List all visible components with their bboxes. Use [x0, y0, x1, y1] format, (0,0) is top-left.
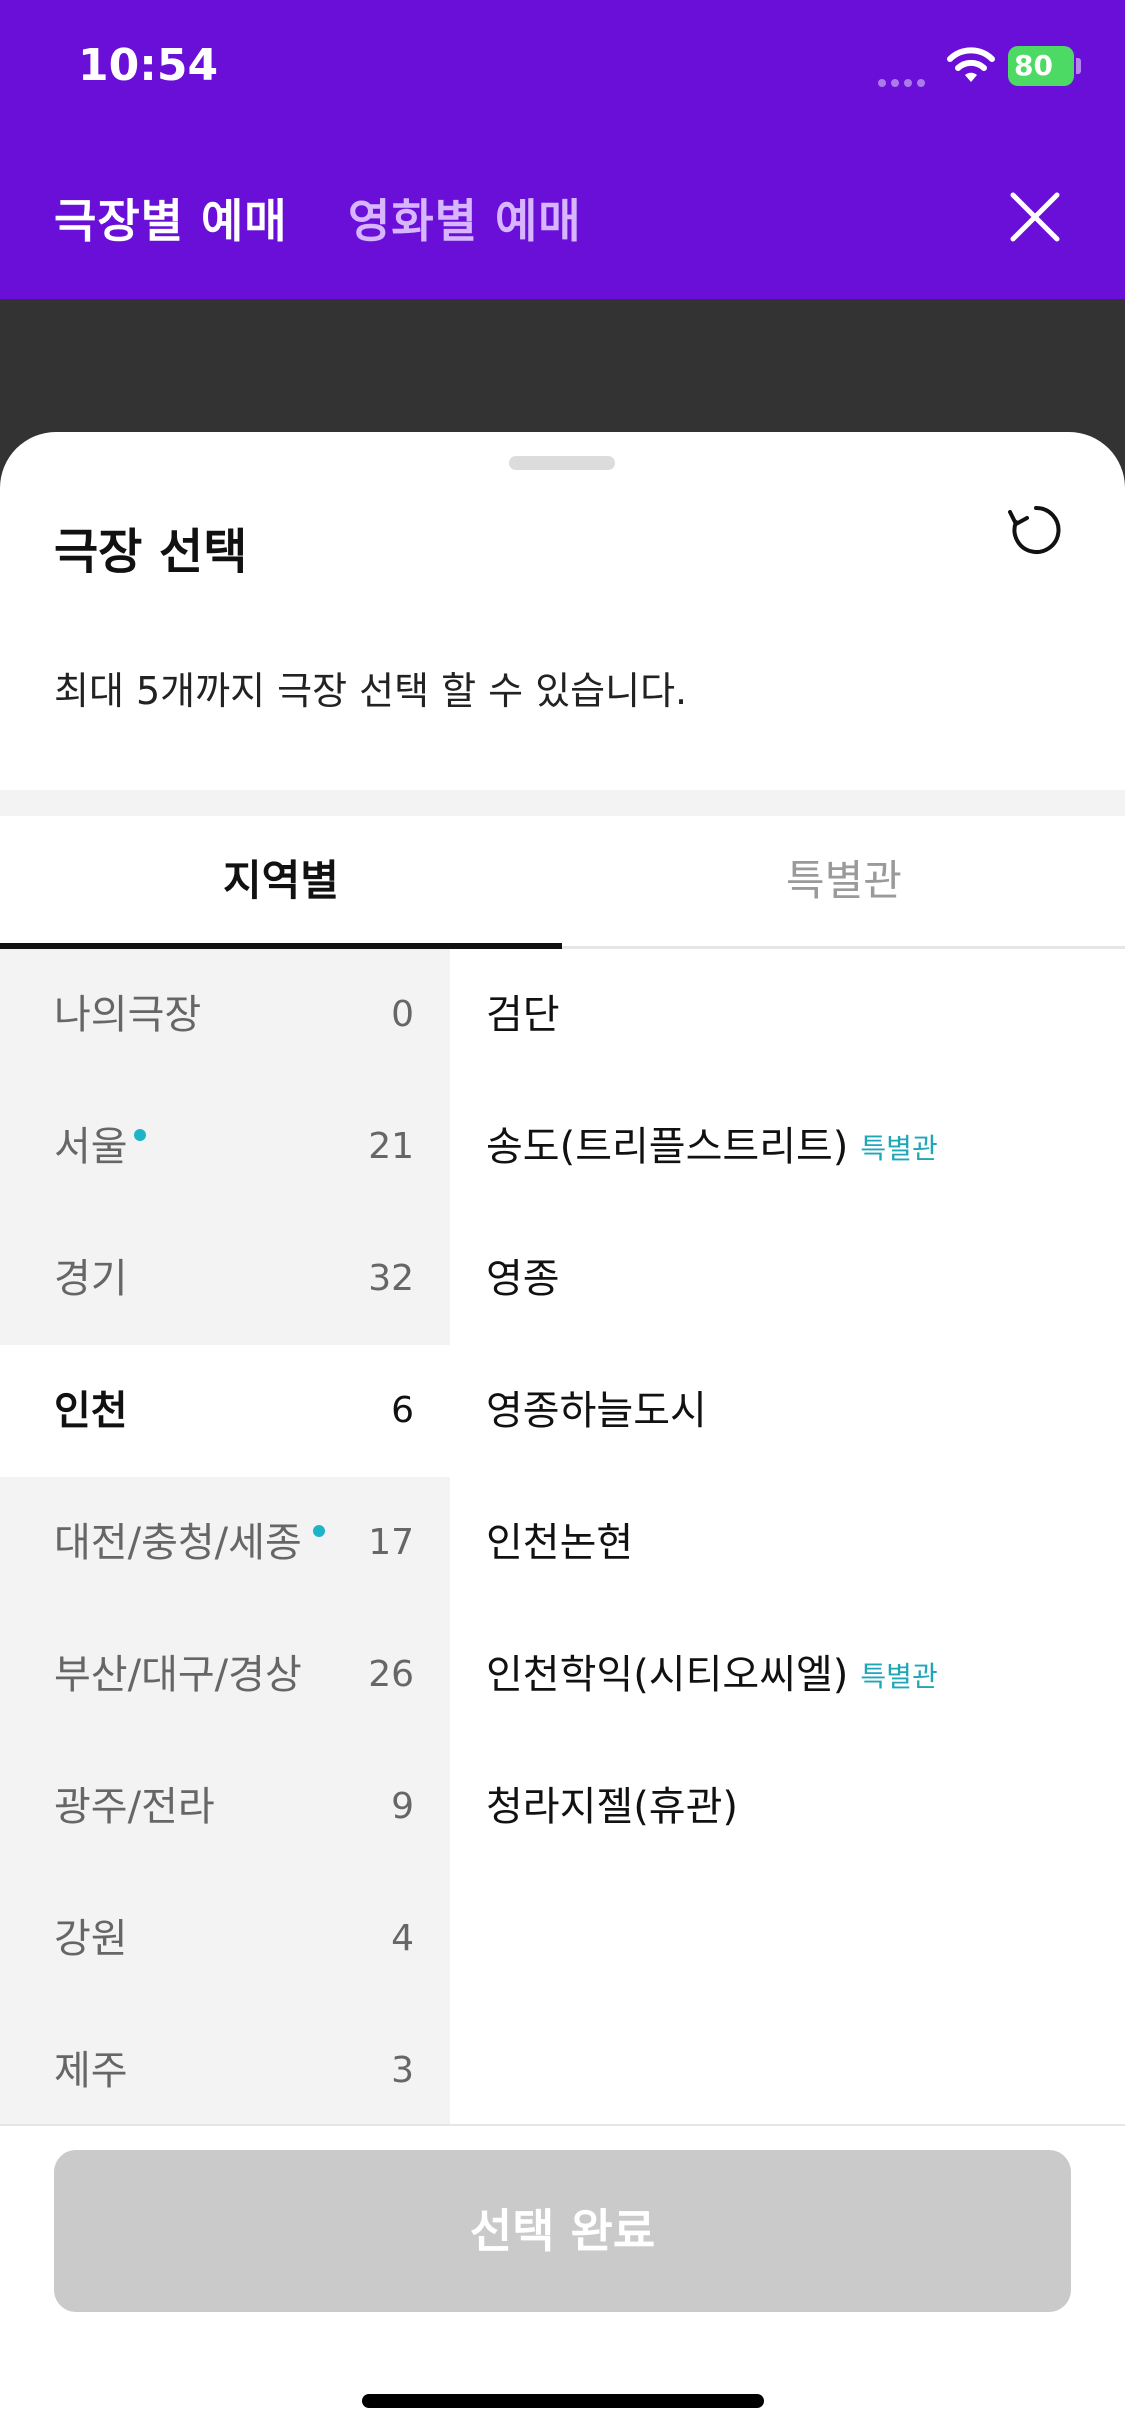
theater-name: 청라지젤(휴관) [486, 1784, 739, 1830]
tab-special-theater[interactable]: 특별관 [563, 816, 1125, 946]
region-name: 경기 [54, 1256, 128, 1302]
battery-icon: 80 [1008, 46, 1074, 86]
theater-select-sheet: 극장 선택 최대 5개까지 극장 선택 할 수 있습니다. 지역별 특별관 나의… [0, 432, 1125, 2436]
region-count: 6 [391, 1390, 414, 1431]
region-name: 강원 [54, 1916, 128, 1962]
top-app-bar: 극장별 예매 영화별 예매 [0, 135, 1125, 299]
region-name: 광주/전라 [54, 1784, 215, 1830]
tab-by-region[interactable]: 지역별 [0, 816, 562, 946]
theater-name: 인천논현 [486, 1520, 634, 1566]
region-list: 나의극장 0 서울 21 경기 32 인천 6 대전/충청/세종 17 부산/대… [0, 949, 450, 2124]
region-count: 9 [391, 1786, 414, 1827]
bottom-divider [0, 2124, 1125, 2126]
theater-name: 영종하늘도시 [486, 1388, 707, 1434]
region-count: 21 [368, 1126, 414, 1167]
sheet-grabber[interactable] [509, 456, 615, 470]
theater-item[interactable]: 검단 [450, 949, 1125, 1081]
tab-theater-booking[interactable]: 극장별 예매 [54, 185, 288, 251]
theater-name-wrap: 검단 [486, 949, 560, 1081]
region-item-gwangju[interactable]: 광주/전라 9 [0, 1741, 450, 1873]
region-count: 3 [391, 2050, 414, 2091]
theater-name: 영종 [486, 1256, 560, 1302]
region-name: 부산/대구/경상 [54, 1652, 302, 1698]
region-count: 0 [391, 994, 414, 1035]
cellular-signal-icon [878, 72, 934, 87]
theater-list: 검단 송도(트리플스트리트) 특별관 영종 영종하늘도시 인천논현 인천학익(시티… [450, 949, 1125, 2124]
region-item-busan[interactable]: 부산/대구/경상 26 [0, 1609, 450, 1741]
theater-name-wrap: 청라지젤(휴관) [486, 1741, 738, 1873]
status-bar: 10:54 80 [0, 0, 1125, 135]
section-divider [0, 790, 1125, 816]
region-count: 32 [368, 1258, 414, 1299]
region-name: 서울 [54, 1124, 128, 1170]
status-time: 10:54 [78, 40, 219, 91]
theater-name-wrap: 인천학익(시티오씨엘) 특별관 [486, 1609, 938, 1741]
theater-name-wrap: 송도(트리플스트리트) 특별관 [486, 1081, 938, 1213]
region-name: 대전/충청/세종 [54, 1520, 302, 1566]
theater-item[interactable]: 영종 [450, 1213, 1125, 1345]
region-count: 17 [368, 1522, 414, 1563]
wifi-icon [947, 47, 995, 82]
sheet-title: 극장 선택 [54, 524, 248, 580]
region-item-gangwon[interactable]: 강원 4 [0, 1873, 450, 2005]
theater-item[interactable]: 청라지젤(휴관) [450, 1741, 1125, 1873]
close-icon[interactable] [1003, 185, 1067, 249]
region-item-seoul[interactable]: 서울 21 [0, 1081, 450, 1213]
tab-movie-booking[interactable]: 영화별 예매 [348, 185, 582, 251]
theater-name: 인천학익(시티오씨엘) [486, 1652, 849, 1698]
theater-name: 송도(트리플스트리트) [486, 1124, 849, 1170]
special-theater-badge: 특별관 [860, 1660, 938, 1693]
theater-item[interactable]: 송도(트리플스트리트) 특별관 [450, 1081, 1125, 1213]
theater-name: 검단 [486, 992, 560, 1038]
theater-item[interactable]: 영종하늘도시 [450, 1345, 1125, 1477]
home-indicator [362, 2394, 764, 2408]
refresh-icon[interactable] [1006, 500, 1066, 560]
theater-name-wrap: 인천논현 [486, 1477, 633, 1609]
special-theater-badge: 특별관 [860, 1132, 938, 1165]
region-count: 4 [391, 1918, 414, 1959]
region-name: 나의극장 [54, 992, 202, 1038]
region-item-incheon[interactable]: 인천 6 [0, 1345, 450, 1477]
theater-name-wrap: 영종하늘도시 [486, 1345, 707, 1477]
battery-level: 80 [1014, 49, 1053, 82]
region-count: 26 [368, 1654, 414, 1695]
new-indicator-dot [313, 1525, 325, 1537]
new-indicator-dot [134, 1129, 146, 1141]
region-name: 제주 [54, 2048, 128, 2094]
region-item-my-theater[interactable]: 나의극장 0 [0, 949, 450, 1081]
region-name: 인천 [54, 1388, 128, 1434]
region-item-jeju[interactable]: 제주 3 [0, 2005, 450, 2137]
theater-tabs: 지역별 특별관 [0, 816, 1125, 949]
theater-item[interactable]: 인천학익(시티오씨엘) 특별관 [450, 1609, 1125, 1741]
theater-item[interactable]: 인천논현 [450, 1477, 1125, 1609]
region-item-gyeonggi[interactable]: 경기 32 [0, 1213, 450, 1345]
theater-name-wrap: 영종 [486, 1213, 560, 1345]
battery-tip [1076, 58, 1081, 74]
region-item-daejeon[interactable]: 대전/충청/세종 17 [0, 1477, 450, 1609]
selection-limit-note: 최대 5개까지 극장 선택 할 수 있습니다. [54, 669, 688, 713]
confirm-selection-button[interactable]: 선택 완료 [54, 2150, 1071, 2312]
